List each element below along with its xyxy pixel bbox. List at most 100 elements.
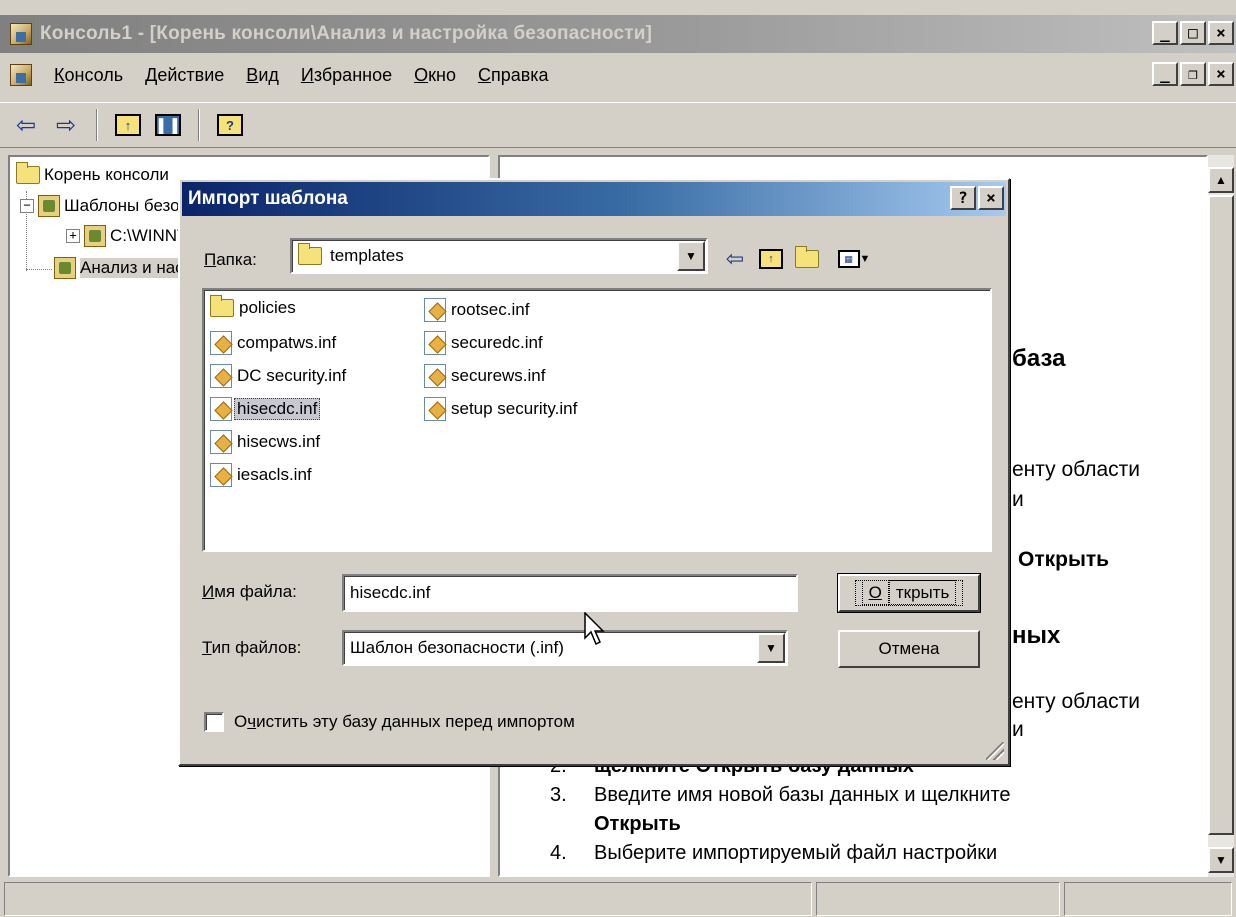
up-folder-icon[interactable]: ↑ (112, 109, 144, 141)
filename-input[interactable]: hisecdc.inf (342, 574, 798, 612)
minimize-button[interactable]: _ (1152, 21, 1178, 45)
tree-item-root[interactable]: Корень консоли (16, 162, 169, 185)
view-menu-icon[interactable]: ▦ ▼ (832, 246, 876, 272)
dialog-titlebar[interactable]: Импорт шаблона ? × (182, 182, 1006, 216)
file-list[interactable]: policies compatws.inf DC security.inf hisec… (202, 288, 992, 552)
toolbar: ⇦ ⇨ ↑ ▌▐ ? (0, 102, 1236, 148)
file-list-item[interactable]: compatws.inf (210, 331, 339, 355)
status-bar (0, 880, 1236, 917)
result-heading-fragment: база (1012, 345, 1066, 372)
toolbar-separator (96, 109, 98, 141)
file-name: compatws.inf (237, 333, 337, 352)
mdi-restore-button[interactable]: ❐ (1180, 62, 1206, 86)
file-name: securews.inf (451, 366, 546, 385)
mdi-close-button[interactable]: × (1208, 62, 1234, 86)
menubar: Консоль Действие Вид Избранное Окно Спра… (0, 56, 1236, 94)
snapin-icon (54, 257, 76, 279)
chevron-down-icon[interactable]: ▼ (757, 633, 785, 663)
new-folder-icon[interactable] (792, 246, 822, 272)
menu-view[interactable]: Вид (246, 65, 279, 86)
menu-favorites[interactable]: Избранное (301, 65, 392, 86)
clear-database-checkbox[interactable] (204, 712, 224, 732)
resize-grip-icon[interactable] (986, 742, 1004, 760)
chevron-down-icon[interactable]: ▼ (677, 241, 705, 271)
file-name: iesacls.inf (237, 465, 312, 484)
back-arrow-icon[interactable]: ⇦ (10, 109, 42, 141)
result-scrollbar[interactable]: ▲ ▼ (1208, 155, 1234, 877)
result-text-fragment: Открыть (1018, 548, 1110, 571)
file-list-item[interactable]: DC security.inf (210, 364, 349, 388)
window-title: Консоль1 - [Корень консоли\Анализ и наст… (40, 23, 653, 44)
file-name: rootsec.inf (451, 300, 530, 319)
folder-open-icon (298, 243, 322, 265)
file-list-item[interactable]: iesacls.inf (210, 463, 315, 487)
forward-arrow-icon[interactable]: ⇨ (50, 109, 82, 141)
result-text-fragment: енту области (1012, 690, 1141, 713)
inf-file-icon (424, 298, 446, 322)
step-item-continued: Открыть (594, 813, 681, 835)
scroll-down-icon[interactable]: ▼ (1208, 847, 1234, 873)
file-list-folder[interactable]: policies (210, 295, 299, 318)
back-icon[interactable]: ⇦ (720, 246, 750, 272)
maximize-button[interactable]: □ (1180, 21, 1206, 45)
file-name: setup security.inf (451, 399, 578, 418)
folder-combobox[interactable]: templates ▼ (290, 238, 708, 274)
dialog-help-button[interactable]: ? (950, 186, 976, 210)
inf-file-icon (424, 397, 446, 421)
open-button[interactable]: Открыть (837, 573, 981, 613)
filename-label: Имя файла: (202, 582, 297, 601)
menu-action[interactable]: Действие (145, 65, 224, 86)
inf-file-icon (210, 397, 232, 421)
menu-console[interactable]: Консоль (54, 65, 123, 86)
inf-file-icon (210, 430, 232, 454)
file-list-item[interactable]: rootsec.inf (424, 298, 532, 322)
cancel-button[interactable]: Отмена (838, 630, 980, 668)
file-name: hisecdc.inf (234, 398, 321, 420)
file-list-item[interactable]: hisecws.inf (210, 430, 323, 454)
filetype-combobox[interactable]: Шаблон безопасности (.inf) ▼ (342, 630, 788, 666)
menu-help[interactable]: Справка (478, 65, 549, 86)
main-window-titlebar[interactable]: Консоль1 - [Корень консоли\Анализ и наст… (0, 15, 1236, 53)
inf-file-icon (210, 364, 232, 388)
result-text-fragment: и (1012, 718, 1024, 741)
file-name: hisecws.inf (237, 432, 321, 451)
help-icon[interactable]: ? (214, 109, 246, 141)
console-menu-icon[interactable] (10, 64, 32, 86)
file-list-item[interactable]: securews.inf (424, 364, 548, 388)
dialog-close-button[interactable]: × (978, 186, 1004, 210)
step-item: 3. Введите имя новой базы данных и щелкни… (550, 784, 1011, 806)
result-text-fragment: и (1012, 488, 1024, 511)
result-text-fragment: енту области (1012, 458, 1141, 481)
inf-file-icon (424, 364, 446, 388)
inf-file-icon (210, 463, 232, 487)
menu-window[interactable]: Окно (414, 65, 456, 86)
step-item: 4. Выберите импортируемый файл настройки (550, 842, 998, 864)
scroll-up-icon[interactable]: ▲ (1208, 167, 1234, 193)
folder-icon (210, 295, 234, 317)
file-list-item[interactable]: setup security.inf (424, 397, 580, 421)
file-name: policies (239, 298, 296, 317)
up-one-level-icon[interactable]: ↑ (756, 246, 786, 272)
close-button[interactable]: × (1208, 21, 1234, 45)
mmc-console-icon (10, 23, 32, 45)
collapse-icon[interactable]: − (20, 199, 34, 213)
folder-icon (16, 162, 40, 184)
file-name: securedc.inf (451, 333, 543, 352)
folder-snapin-icon (84, 225, 106, 247)
mouse-cursor-icon (584, 612, 605, 646)
status-panel (1064, 882, 1232, 916)
mdi-minimize-button[interactable]: _ (1152, 62, 1178, 86)
filetype-label: Тип файлов: (202, 638, 302, 657)
inf-file-icon (424, 331, 446, 355)
clear-database-label[interactable]: Очистить эту базу данных перед импортом (234, 712, 575, 732)
file-list-item[interactable]: hisecdc.inf (210, 397, 321, 421)
file-list-item[interactable]: securedc.inf (424, 331, 546, 355)
folder-label: Папка: (204, 250, 257, 269)
show-tree-icon[interactable]: ▌▐ (152, 109, 184, 141)
result-heading-fragment: ных (1012, 622, 1061, 649)
expand-icon[interactable]: + (66, 229, 80, 243)
status-panel (816, 882, 1060, 916)
status-panel (4, 882, 812, 916)
import-template-dialog: Импорт шаблона ? × Папка: templates ▼ ⇦ … (178, 178, 1010, 766)
scroll-thumb[interactable] (1208, 195, 1234, 835)
